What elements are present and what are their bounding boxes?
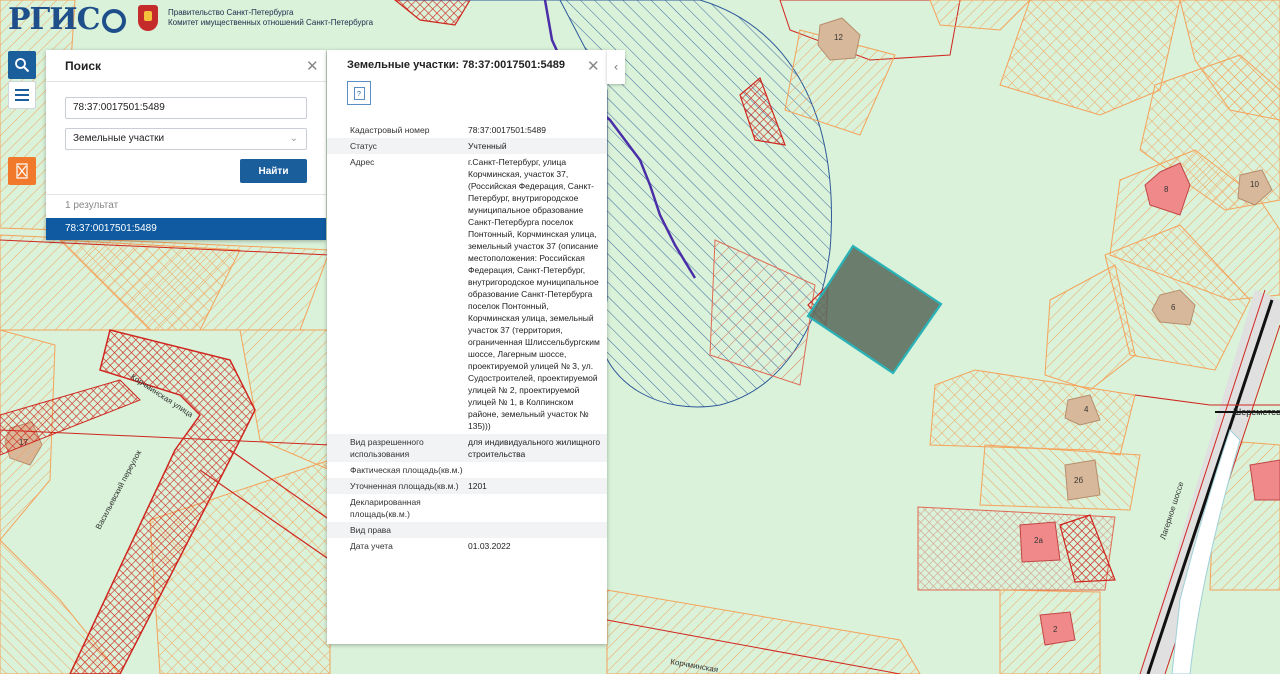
result-count: 1 результат (65, 200, 119, 211)
logo-text: РГИС (8, 1, 100, 37)
chevron-down-icon: ⌄ (289, 133, 298, 144)
house-number: 2б (1074, 476, 1083, 485)
table-row: Кадастровый номер 78:37:0017501:5489 (327, 122, 607, 138)
chevron-left-icon: ‹ (613, 60, 619, 74)
menu-button[interactable] (8, 81, 36, 109)
attr-key: Вид права (350, 525, 391, 535)
house-number: 12 (834, 33, 843, 42)
attr-value: для индивидуального жилищного строительс… (468, 437, 601, 459)
object-type-selected: Земельные участки (73, 133, 165, 144)
house-number: 10 (1250, 180, 1259, 189)
building (1249, 459, 1280, 501)
building (1039, 611, 1076, 646)
logo-magnifier-icon (101, 9, 126, 33)
spb-coat-of-arms-icon (138, 5, 158, 31)
attr-key: Кадастровый номер (350, 125, 430, 135)
parcel-info-button[interactable]: ? (347, 81, 371, 105)
attribute-table: Кадастровый номер 78:37:0017501:5489 Стат… (327, 122, 607, 554)
menu-icon (15, 89, 29, 101)
close-icon[interactable]: ✕ (306, 59, 319, 74)
search-icon (15, 58, 30, 73)
attr-key: Вид разрешенного использования (350, 437, 424, 459)
collapse-panel-button[interactable]: ‹ (607, 50, 625, 84)
object-type-select[interactable]: Земельные участки ⌄ (65, 128, 307, 150)
attr-value: 1201 (468, 481, 487, 491)
cadastral-search-input[interactable]: 78:37:0017501:5489 (65, 97, 307, 119)
table-row: Фактическая площадь(кв.м.) (327, 462, 607, 478)
table-row: Вид права (327, 522, 607, 538)
spb-layer-icon (16, 163, 28, 179)
attr-key: Декларированная площадь(кв.м.) (350, 497, 421, 519)
attr-value: 01.03.2022 (468, 541, 511, 551)
table-row: Адрес г.Санкт-Петербург, улица Корчминска… (327, 154, 607, 434)
find-button[interactable]: Найти (240, 159, 307, 183)
house-number: 8 (1164, 185, 1169, 194)
house-number: 4 (1084, 405, 1089, 414)
search-panel-title: Поиск (65, 59, 102, 73)
attr-value (468, 522, 607, 538)
close-icon[interactable]: ✕ (587, 59, 600, 74)
attr-value (468, 494, 607, 522)
gov-line2: Комитет имущественных отношений Санкт-Пе… (168, 18, 374, 27)
house-number: 6 (1171, 303, 1176, 312)
attr-value: 78:37:0017501:5489 (468, 125, 546, 135)
attr-key: Адрес (350, 157, 375, 167)
attr-key: Статус (350, 141, 377, 151)
table-row: Декларированная площадь(кв.м.) (327, 494, 607, 522)
search-result-item[interactable]: 78:37:0017501:5489 (46, 218, 326, 240)
house-number: 2 (1053, 625, 1058, 634)
spb-layer-button[interactable] (8, 157, 36, 185)
parcel-detail-panel: Земельные участки: 78:37:0017501:5489 ✕ … (327, 50, 607, 644)
house-number: 17 (19, 438, 28, 447)
attr-key: Уточненная площадь(кв.м.) (350, 481, 459, 491)
table-row: Вид разрешенного использования для индиви… (327, 434, 607, 462)
attr-value (468, 462, 607, 478)
attr-key: Фактическая площадь(кв.м.) (350, 465, 463, 475)
table-row: Дата учета 01.03.2022 (327, 538, 607, 554)
attr-value: Учтенный (468, 141, 507, 151)
search-toggle-button[interactable] (8, 51, 36, 79)
document-icon: ? (353, 86, 365, 100)
government-header: Правительство Санкт-Петербурга Комитет и… (138, 5, 373, 31)
search-panel: Поиск ✕ 78:37:0017501:5489 Земельные уча… (46, 50, 326, 240)
parcel (979, 444, 1141, 511)
gov-line1: Правительство Санкт-Петербурга (168, 8, 294, 17)
detail-title: Земельные участки: 78:37:0017501:5489 (347, 59, 565, 71)
attr-key: Дата учета (350, 541, 393, 551)
house-number: 2а (1034, 536, 1043, 545)
attr-value: г.Санкт-Петербург, улица Корчминская, уч… (468, 157, 600, 431)
rgis-logo[interactable]: РГИС (8, 1, 126, 37)
table-row: Уточненная площадь(кв.м.) 1201 (327, 478, 607, 494)
table-row: Статус Учтенный (327, 138, 607, 154)
street-label: Шереметев (1233, 407, 1280, 417)
